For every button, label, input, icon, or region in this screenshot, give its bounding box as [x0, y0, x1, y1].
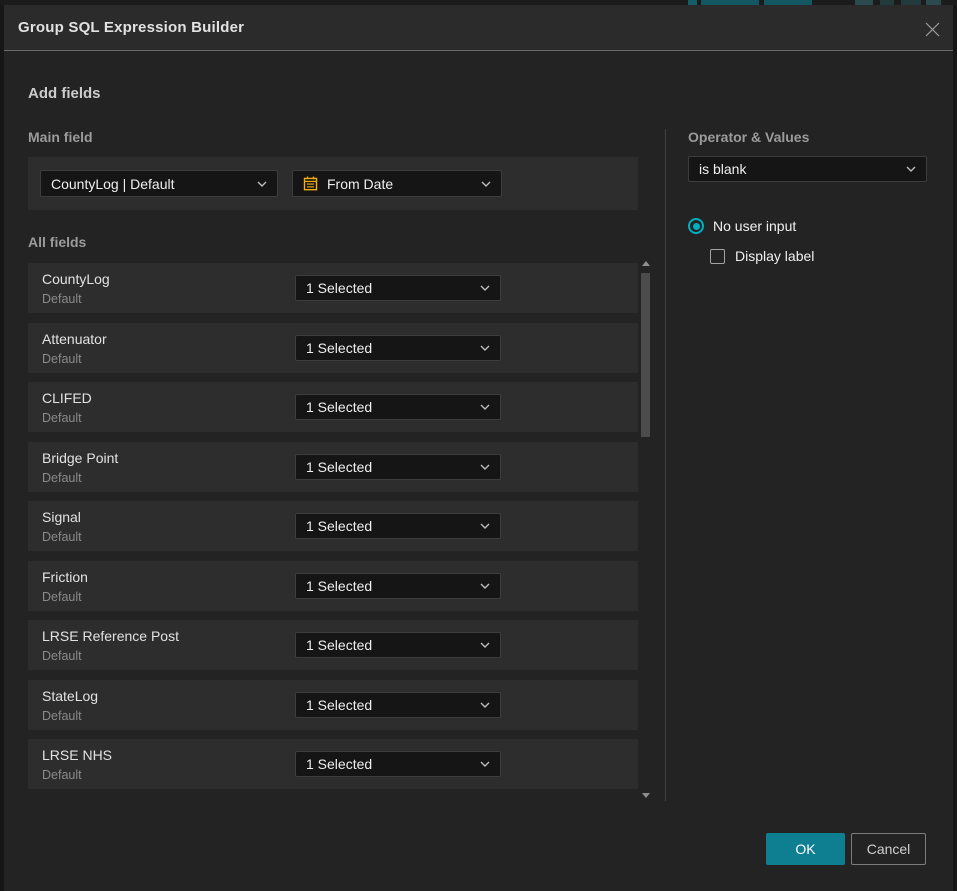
- field-selected-dropdown[interactable]: 1 Selected: [295, 751, 501, 777]
- no-user-input-label: No user input: [713, 218, 796, 234]
- field-row: Signal Default 1 Selected: [28, 501, 638, 551]
- dialog-header: Group SQL Expression Builder: [4, 5, 953, 51]
- no-user-input-radio[interactable]: No user input: [688, 218, 796, 234]
- field-sublabel: Default: [42, 530, 82, 544]
- chevron-down-icon: [480, 523, 490, 529]
- main-field-label: Main field: [28, 129, 93, 145]
- chevron-down-icon: [480, 464, 490, 470]
- all-fields-list: CountyLog Default 1 Selected Attenuator …: [28, 263, 638, 799]
- chevron-down-icon: [480, 642, 490, 648]
- chevron-down-icon: [480, 404, 490, 410]
- dropdown-value: 1 Selected: [306, 756, 472, 772]
- calendar-icon: [303, 176, 318, 191]
- field-selected-dropdown[interactable]: 1 Selected: [295, 573, 501, 599]
- field-name: LRSE NHS: [42, 747, 112, 763]
- field-name: Friction: [42, 569, 88, 585]
- field-selected-dropdown[interactable]: 1 Selected: [295, 692, 501, 718]
- chevron-down-icon: [480, 285, 490, 291]
- chevron-down-icon: [480, 345, 490, 351]
- field-name: Bridge Point: [42, 450, 118, 466]
- field-name: StateLog: [42, 688, 98, 704]
- main-field-panel: CountyLog | Default From Date: [28, 157, 638, 210]
- operator-values-label: Operator & Values: [688, 129, 809, 145]
- chevron-down-icon: [480, 761, 490, 767]
- field-selected-dropdown[interactable]: 1 Selected: [295, 275, 501, 301]
- chevron-down-icon: [481, 181, 491, 187]
- field-sublabel: Default: [42, 471, 82, 485]
- field-row: StateLog Default 1 Selected: [28, 680, 638, 730]
- field-row: CLIFED Default 1 Selected: [28, 382, 638, 432]
- field-row: CountyLog Default 1 Selected: [28, 263, 638, 313]
- checkbox-unchecked-icon: [710, 249, 725, 264]
- field-selected-dropdown[interactable]: 1 Selected: [295, 335, 501, 361]
- all-fields-label: All fields: [28, 234, 86, 250]
- dropdown-value: is blank: [699, 161, 898, 177]
- radio-selected-icon: [688, 218, 704, 234]
- main-field-layer-dropdown[interactable]: CountyLog | Default: [40, 170, 278, 197]
- field-name: CLIFED: [42, 390, 92, 406]
- field-row: Friction Default 1 Selected: [28, 561, 638, 611]
- dropdown-value: 1 Selected: [306, 340, 472, 356]
- scrollbar-down-arrow[interactable]: [642, 793, 650, 798]
- operator-dropdown[interactable]: is blank: [688, 156, 927, 182]
- field-selected-dropdown[interactable]: 1 Selected: [295, 454, 501, 480]
- scrollbar-thumb[interactable]: [641, 273, 650, 437]
- dropdown-value: 1 Selected: [306, 578, 472, 594]
- dropdown-value: 1 Selected: [306, 518, 472, 534]
- field-row: Attenuator Default 1 Selected: [28, 323, 638, 373]
- field-sublabel: Default: [42, 649, 82, 663]
- field-name: Signal: [42, 509, 81, 525]
- ok-button[interactable]: OK: [766, 833, 845, 865]
- display-label-checkbox[interactable]: Display label: [710, 248, 814, 264]
- dropdown-value: 1 Selected: [306, 697, 472, 713]
- field-selected-dropdown[interactable]: 1 Selected: [295, 632, 501, 658]
- add-fields-heading: Add fields: [28, 85, 101, 102]
- field-name: LRSE Reference Post: [42, 628, 179, 644]
- close-button[interactable]: [919, 16, 945, 42]
- scrollbar-up-arrow[interactable]: [642, 261, 650, 266]
- chevron-down-icon: [480, 702, 490, 708]
- field-row: LRSE NHS Default 1 Selected: [28, 739, 638, 789]
- cancel-button[interactable]: Cancel: [851, 833, 926, 865]
- chevron-down-icon: [906, 166, 916, 172]
- chevron-down-icon: [257, 181, 267, 187]
- dropdown-value: 1 Selected: [306, 637, 472, 653]
- field-sublabel: Default: [42, 292, 82, 306]
- field-sublabel: Default: [42, 709, 82, 723]
- field-name: Attenuator: [42, 331, 107, 347]
- dropdown-value: From Date: [327, 176, 473, 192]
- dropdown-value: 1 Selected: [306, 459, 472, 475]
- field-sublabel: Default: [42, 411, 82, 425]
- field-row: LRSE Reference Post Default 1 Selected: [28, 620, 638, 670]
- field-selected-dropdown[interactable]: 1 Selected: [295, 394, 501, 420]
- dropdown-value: 1 Selected: [306, 280, 472, 296]
- display-label-text: Display label: [735, 248, 814, 264]
- group-sql-expression-builder-dialog: Group SQL Expression Builder Add fields …: [4, 5, 953, 891]
- close-icon: [924, 21, 941, 38]
- chevron-down-icon: [480, 583, 490, 589]
- dropdown-value: 1 Selected: [306, 399, 472, 415]
- panel-divider: [665, 129, 666, 801]
- dropdown-value: CountyLog | Default: [51, 176, 249, 192]
- main-field-date-dropdown[interactable]: From Date: [292, 170, 502, 197]
- field-selected-dropdown[interactable]: 1 Selected: [295, 513, 501, 539]
- field-sublabel: Default: [42, 352, 82, 366]
- field-name: CountyLog: [42, 271, 110, 287]
- dialog-title: Group SQL Expression Builder: [4, 19, 244, 36]
- field-row: Bridge Point Default 1 Selected: [28, 442, 638, 492]
- field-sublabel: Default: [42, 768, 82, 782]
- field-sublabel: Default: [42, 590, 82, 604]
